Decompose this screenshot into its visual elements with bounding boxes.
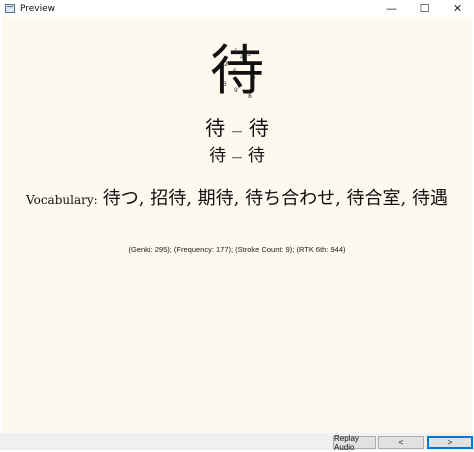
stroke-number: 4 [240, 54, 244, 61]
close-button[interactable]: ✕ [441, 0, 474, 17]
stroke-number: 1 [234, 48, 238, 55]
stroke-number: 9 [234, 87, 238, 94]
kanji-variant: 待 [205, 116, 226, 140]
stroke-number: 5 [247, 51, 251, 58]
app-icon [5, 4, 15, 13]
separator: — [231, 151, 243, 164]
replay-audio-button[interactable]: Replay Audio [333, 434, 376, 452]
kanji-variant: 待 [209, 146, 227, 166]
vocabulary-words: 待つ, 招待, 期待, 待ち合わせ, 待合室, 待遇 [102, 188, 448, 209]
bottom-toolbar: Replay Audio < > [0, 433, 474, 452]
window-controls: — ☐ ✕ [375, 0, 474, 17]
window-title: Preview [20, 3, 56, 14]
stroke-number: 8 [248, 93, 252, 100]
separator: — [231, 125, 243, 138]
kanji-variant: 待 [248, 116, 269, 140]
title-bar: Preview — ☐ ✕ [0, 0, 474, 17]
maximize-icon: ☐ [419, 2, 430, 15]
minimize-icon: — [386, 2, 397, 15]
stroke-number: 7 [252, 76, 256, 83]
stroke-number: 2 [224, 61, 228, 68]
kanji-variant: 待 [247, 146, 265, 166]
close-icon: ✕ [452, 2, 463, 15]
stroke-number: 6 [233, 68, 237, 75]
maximize-button[interactable]: ☐ [408, 0, 441, 17]
kanji-stats: (Genki: 295); (Frequency: 177); (Stroke … [128, 245, 346, 254]
vocabulary-section: Vocabulary: 待つ, 招待, 期待, 待ち合わせ, 待合室, 待遇 [22, 188, 452, 211]
card-preview: 待 1 2 3 4 5 6 7 8 9 待 — 待 待 — 待 Vocabula… [2, 17, 472, 433]
stroke-number: 3 [223, 81, 227, 88]
kanji-handwritten-row: 待 — 待 [2, 145, 472, 169]
next-button[interactable]: > [427, 436, 473, 449]
previous-button[interactable]: < [378, 436, 424, 449]
kanji-compare-row: 待 — 待 [2, 115, 472, 145]
vocabulary-label: Vocabulary: [26, 193, 98, 207]
minimize-button[interactable]: — [375, 0, 408, 17]
